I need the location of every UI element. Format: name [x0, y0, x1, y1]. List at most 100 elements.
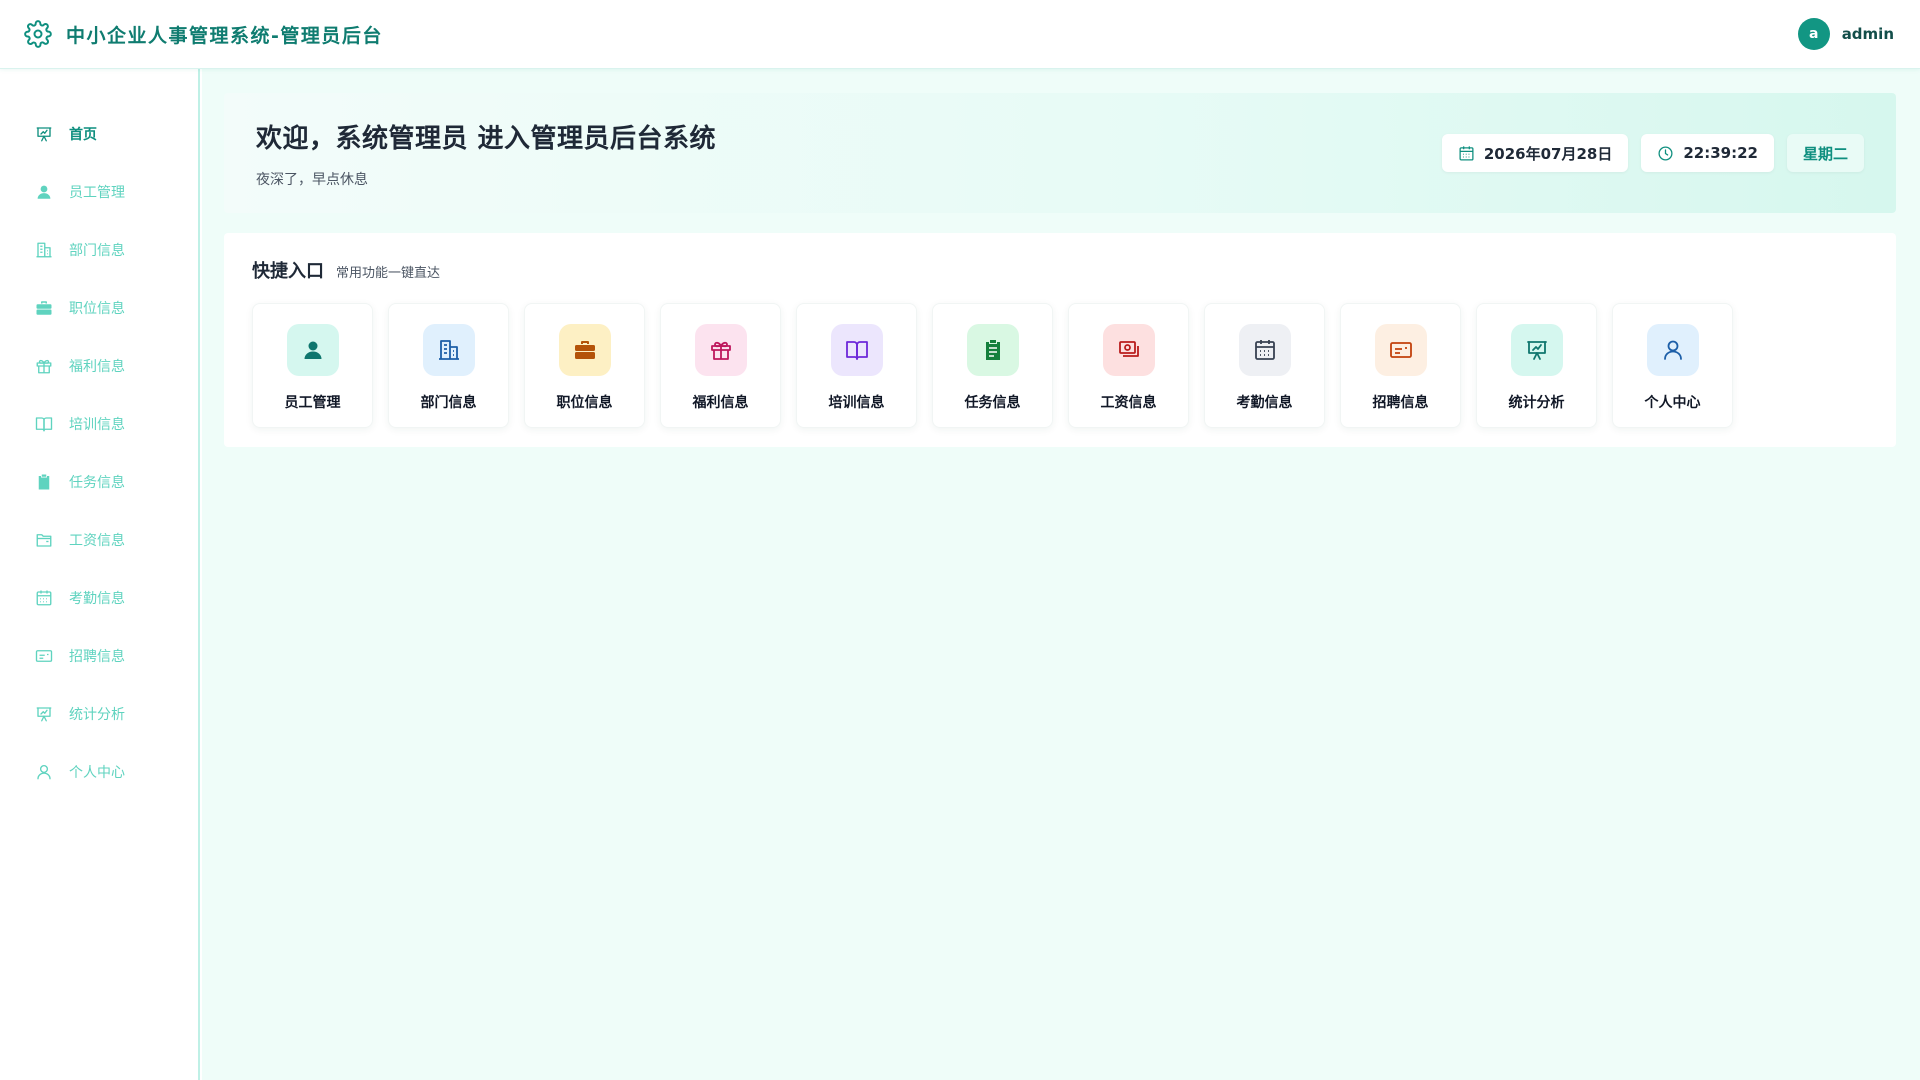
sidebar-item-tasks[interactable]: 任务信息 [0, 453, 198, 511]
tile-label: 工资信息 [1100, 395, 1157, 411]
sidebar-item-label: 统计分析 [69, 707, 125, 723]
quick-access-subtitle: 常用功能一键直达 [336, 266, 441, 281]
sidebar-item-profile[interactable]: 个人中心 [0, 743, 198, 801]
presentation-chart-icon [1526, 341, 1547, 360]
tile-label: 考勤信息 [1236, 395, 1293, 411]
tile-icon-bg [286, 324, 339, 376]
calendar-icon [35, 589, 53, 607]
clipboard-icon [985, 340, 1000, 360]
money-icon [1118, 341, 1139, 357]
tile-label: 统计分析 [1508, 395, 1565, 411]
weekday-chip: 星期二 [1786, 134, 1864, 172]
quick-tile-employees[interactable]: 员工管理 [252, 303, 373, 428]
tile-icon-bg [966, 324, 1019, 376]
welcome-banner: 欢迎，系统管理员 进入管理员后台系统 夜深了，早点休息 2026年07月28日 … [224, 93, 1896, 213]
quick-tile-salary[interactable]: 工资信息 [1068, 303, 1189, 428]
tile-label: 职位信息 [556, 395, 613, 411]
top-header: 中小企业人事管理系统-管理员后台 a admin [0, 0, 1920, 69]
quick-tile-benefits[interactable]: 福利信息 [660, 303, 781, 428]
sidebar-item-training[interactable]: 培训信息 [0, 395, 198, 453]
quick-tile-profile[interactable]: 个人中心 [1612, 303, 1733, 428]
sidebar-item-statistics[interactable]: 统计分析 [0, 685, 198, 743]
sidebar-item-salary[interactable]: 工资信息 [0, 511, 198, 569]
sidebar-item-benefits[interactable]: 福利信息 [0, 337, 198, 395]
sidebar-item-label: 员工管理 [69, 185, 125, 201]
tile-label: 员工管理 [284, 395, 341, 411]
presentation-chart-icon [35, 705, 53, 723]
tile-icon-bg [694, 324, 747, 376]
id-card-icon [1389, 342, 1412, 358]
briefcase-icon [574, 341, 595, 359]
tile-label: 福利信息 [692, 395, 749, 411]
sidebar-item-attendance[interactable]: 考勤信息 [0, 569, 198, 627]
book-icon [845, 341, 868, 360]
calendar-icon [1458, 145, 1475, 162]
sidebar-item-label: 福利信息 [69, 359, 125, 375]
clock-icon [1657, 145, 1674, 162]
tile-icon-bg [558, 324, 611, 376]
book-icon [35, 415, 53, 433]
user-menu[interactable]: a admin [1797, 18, 1894, 50]
username[interactable]: admin [1842, 25, 1894, 43]
building-icon [438, 340, 459, 360]
tile-icon-bg [1510, 324, 1563, 376]
tile-label: 个人中心 [1644, 395, 1701, 411]
tile-icon-bg [1238, 324, 1291, 376]
tile-label: 任务信息 [964, 395, 1021, 411]
quick-tile-positions[interactable]: 职位信息 [524, 303, 645, 428]
sidebar-item-departments[interactable]: 部门信息 [0, 221, 198, 279]
sidebar-item-home[interactable]: 首页 [0, 105, 198, 163]
date-chip: 2026年07月28日 [1441, 134, 1629, 172]
id-card-icon [35, 647, 53, 665]
user-icon [304, 341, 321, 359]
user-outline-icon [35, 763, 53, 781]
quick-tile-statistics[interactable]: 统计分析 [1476, 303, 1597, 428]
datetime-chips: 2026年07月28日 22:39:22 星期二 [1441, 134, 1864, 172]
briefcase-icon [35, 299, 53, 317]
user-outline-icon [1663, 340, 1682, 360]
tile-label: 培训信息 [828, 395, 885, 411]
sidebar-item-label: 考勤信息 [69, 591, 125, 607]
tile-icon-bg [1646, 324, 1699, 376]
gift-icon [710, 341, 731, 360]
sidebar-item-label: 任务信息 [69, 475, 125, 491]
sidebar-item-label: 招聘信息 [69, 649, 125, 665]
welcome-title: 欢迎，系统管理员 进入管理员后台系统 [256, 123, 717, 154]
sidebar-item-label: 工资信息 [69, 533, 125, 549]
presentation-chart-icon [35, 125, 53, 143]
folder-icon [35, 531, 53, 549]
tile-icon-bg [1102, 324, 1155, 376]
user-icon [35, 183, 53, 201]
weekday-text: 星期二 [1802, 144, 1848, 163]
avatar[interactable]: a [1797, 18, 1830, 50]
tile-icon-bg [422, 324, 475, 376]
time-chip: 22:39:22 [1641, 134, 1774, 172]
sidebar-item-employees[interactable]: 员工管理 [0, 163, 198, 221]
sidebar-item-label: 职位信息 [69, 301, 125, 317]
tile-icon-bg [830, 324, 883, 376]
sidebar: 首页 员工管理 部门信息 职位信息 福利信息 培训信息 任务信息 工资信息 考勤… [0, 69, 200, 1080]
sidebar-item-label: 个人中心 [69, 765, 125, 781]
tile-label: 招聘信息 [1372, 395, 1429, 411]
quick-access-tiles: 员工管理 部门信息 职位信息 福利信息 培训信息 任务信息 工资信息 考勤信息 … [252, 303, 1868, 428]
sidebar-item-label: 培训信息 [69, 417, 125, 433]
sidebar-item-label: 首页 [69, 127, 97, 143]
quick-access-title: 快捷入口 [252, 261, 324, 282]
clipboard-icon [35, 473, 53, 491]
tile-label: 部门信息 [420, 395, 477, 411]
quick-tile-departments[interactable]: 部门信息 [388, 303, 509, 428]
gear-icon [24, 20, 52, 48]
calendar-icon [1254, 340, 1275, 360]
sidebar-item-recruitment[interactable]: 招聘信息 [0, 627, 198, 685]
brand: 中小企业人事管理系统-管理员后台 [24, 20, 383, 48]
date-text: 2026年07月28日 [1483, 144, 1613, 163]
welcome-subtitle: 夜深了，早点休息 [256, 171, 368, 188]
quick-tile-tasks[interactable]: 任务信息 [932, 303, 1053, 428]
welcome-text: 欢迎，系统管理员 进入管理员后台系统 夜深了，早点休息 [256, 118, 716, 189]
building-icon [35, 241, 53, 259]
gift-icon [35, 357, 53, 375]
sidebar-item-positions[interactable]: 职位信息 [0, 279, 198, 337]
quick-tile-attendance[interactable]: 考勤信息 [1204, 303, 1325, 428]
quick-tile-training[interactable]: 培训信息 [796, 303, 917, 428]
quick-tile-recruitment[interactable]: 招聘信息 [1340, 303, 1461, 428]
